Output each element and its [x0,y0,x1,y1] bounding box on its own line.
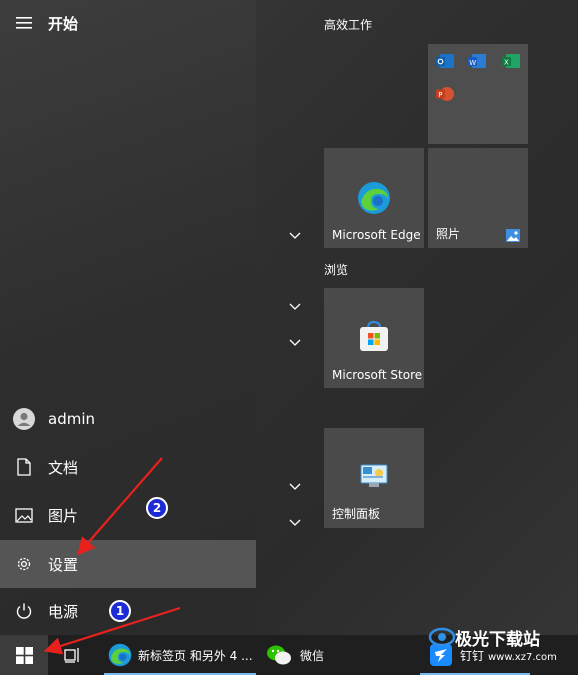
tutorial-arrows [43,457,181,655]
step-badge-2: 2 [146,497,168,519]
watermark-url: www.xz7.com [488,652,557,663]
watermark-brand: 极光下载站 [455,630,540,650]
step-badge-1: 1 [109,600,131,622]
watermark-logo [428,627,456,647]
